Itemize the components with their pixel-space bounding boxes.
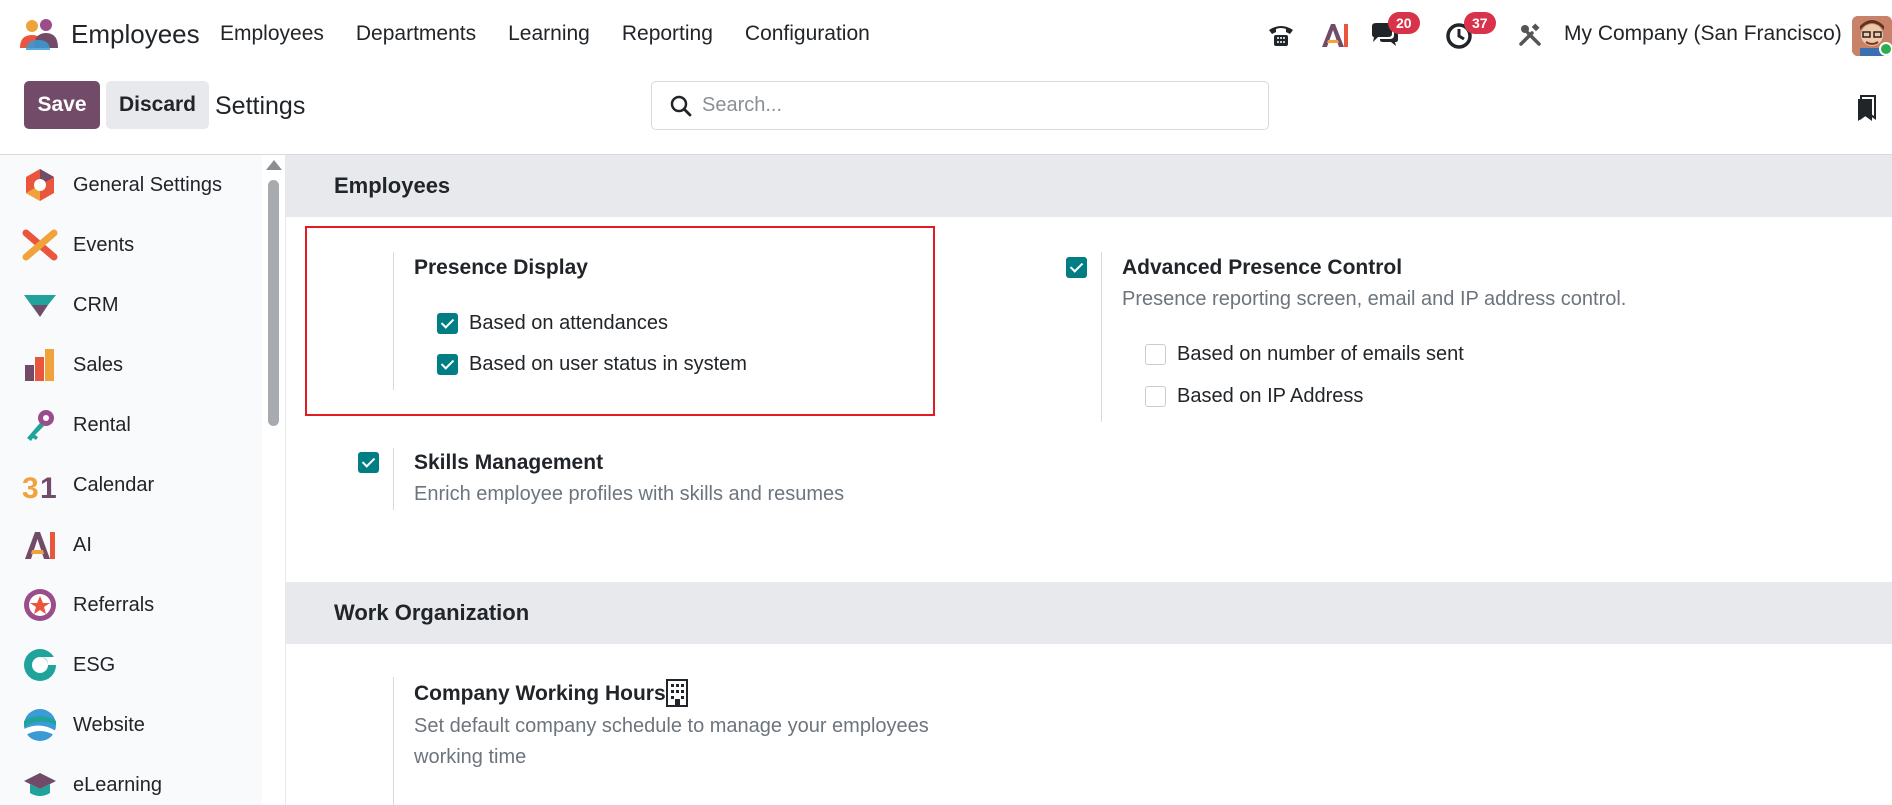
section-work-organization-header: Work Organization <box>286 582 1892 644</box>
skills-management-title: Skills Management <box>414 451 604 474</box>
sidebar-item-crm[interactable]: CRM <box>0 281 262 329</box>
sidebar-item-ai[interactable]: AI <box>0 521 262 569</box>
setting-divider <box>1101 252 1102 422</box>
menu-learning[interactable]: Learning <box>508 22 590 46</box>
scrollbar-thumb[interactable] <box>268 180 279 426</box>
menu-reporting[interactable]: Reporting <box>622 22 713 46</box>
presence-display-highlight <box>305 226 935 416</box>
advanced-presence-title: Advanced Presence Control <box>1122 256 1403 279</box>
sidebar-item-label: Referrals <box>73 593 155 616</box>
sidebar-item-elearning[interactable]: eLearning <box>0 761 262 805</box>
top-navbar: Employees Employees Departments Learning… <box>0 0 1892 70</box>
elearning-icon <box>24 773 56 796</box>
sales-icon <box>25 349 54 381</box>
skills-management-description: Enrich employee profiles with skills and… <box>414 483 845 505</box>
sidebar-item-rental[interactable]: Rental <box>0 401 262 449</box>
phone-icon <box>1269 26 1293 46</box>
messages-button[interactable]: 20 <box>1368 12 1424 56</box>
app-title[interactable]: Employees <box>71 19 200 50</box>
employees-app-icon[interactable] <box>18 18 60 52</box>
esg-icon <box>24 649 56 681</box>
search-input[interactable] <box>702 94 1222 117</box>
sidebar-item-sales[interactable]: Sales <box>0 341 262 389</box>
company-working-hours-title: Company Working Hours <box>414 682 666 705</box>
tools-icon <box>1519 23 1541 46</box>
svg-text:3: 3 <box>22 472 39 503</box>
sidebar-item-referrals[interactable]: Referrals <box>0 581 262 629</box>
activities-button[interactable]: 37 <box>1444 12 1500 56</box>
company-working-hours-description-1: Set default company schedule to manage y… <box>414 715 929 737</box>
bookmark-icon[interactable] <box>1856 94 1878 122</box>
sidebar-item-calendar[interactable]: 3 1 Calendar <box>0 461 262 509</box>
sidebar-item-events[interactable]: Events <box>0 221 262 269</box>
ai-icon <box>25 532 55 559</box>
sidebar-item-label: General Settings <box>73 173 222 196</box>
online-status-dot <box>1879 42 1892 56</box>
main-menu: Employees Departments Learning Reporting… <box>220 22 870 46</box>
setting-divider <box>393 677 394 805</box>
sidebar-item-website[interactable]: Website <box>0 701 262 749</box>
menu-departments[interactable]: Departments <box>356 22 476 46</box>
ip-address-label[interactable]: Based on IP Address <box>1177 385 1363 408</box>
search-icon <box>670 95 692 117</box>
menu-employees[interactable]: Employees <box>220 22 324 46</box>
menu-configuration[interactable]: Configuration <box>745 22 870 46</box>
building-icon[interactable] <box>665 678 689 708</box>
calendar-icon: 3 1 <box>22 472 57 503</box>
ai-button[interactable] <box>1320 14 1350 56</box>
sidebar-item-label: Sales <box>73 353 124 376</box>
discard-button[interactable]: Discard <box>106 81 209 129</box>
crm-icon <box>24 295 56 317</box>
sidebar-item-label: Events <box>73 233 135 256</box>
rental-icon <box>27 410 54 441</box>
messages-badge: 20 <box>1388 12 1420 34</box>
skills-management-checkbox[interactable] <box>358 452 379 473</box>
activities-badge: 37 <box>1464 12 1496 34</box>
sidebar-item-esg[interactable]: ESG <box>0 641 262 689</box>
page-title: Settings <box>215 92 306 120</box>
search-box <box>651 81 1269 130</box>
scroll-up-arrow-icon[interactable] <box>266 160 282 170</box>
sidebar-item-label: Website <box>73 713 145 736</box>
setting-divider <box>393 448 394 510</box>
sidebar-divider <box>285 155 286 805</box>
save-button[interactable]: Save <box>24 81 100 129</box>
advanced-presence-checkbox[interactable] <box>1066 257 1087 278</box>
sidebar-item-label: AI <box>73 533 92 556</box>
emails-sent-checkbox[interactable] <box>1145 344 1166 365</box>
debug-tools-button[interactable] <box>1516 14 1544 56</box>
sidebar-item-label: ESG <box>73 653 116 676</box>
sidebar-item-general-settings[interactable]: General Settings <box>0 161 262 209</box>
phone-button[interactable] <box>1266 14 1296 56</box>
advanced-presence-description: Presence reporting screen, email and IP … <box>1122 288 1627 310</box>
section-employees-header: Employees <box>286 155 1892 217</box>
ip-address-checkbox[interactable] <box>1145 386 1166 407</box>
general-settings-icon <box>26 169 54 201</box>
company-working-hours-description-2: working time <box>414 746 527 768</box>
company-switcher[interactable]: My Company (San Francisco) <box>1564 22 1842 46</box>
emails-sent-label[interactable]: Based on number of emails sent <box>1177 343 1464 366</box>
events-icon <box>22 229 58 261</box>
sidebar-item-label: CRM <box>73 293 119 316</box>
sidebar-item-label: eLearning <box>73 773 162 796</box>
sidebar-item-label: Calendar <box>73 473 155 496</box>
settings-sidebar: General Settings Events CRM Sales Rental <box>0 155 262 805</box>
svg-text:1: 1 <box>40 472 57 503</box>
sidebar-item-label: Rental <box>73 413 131 436</box>
ai-icon <box>1322 24 1348 47</box>
referrals-icon <box>24 589 56 621</box>
website-icon <box>24 709 56 741</box>
